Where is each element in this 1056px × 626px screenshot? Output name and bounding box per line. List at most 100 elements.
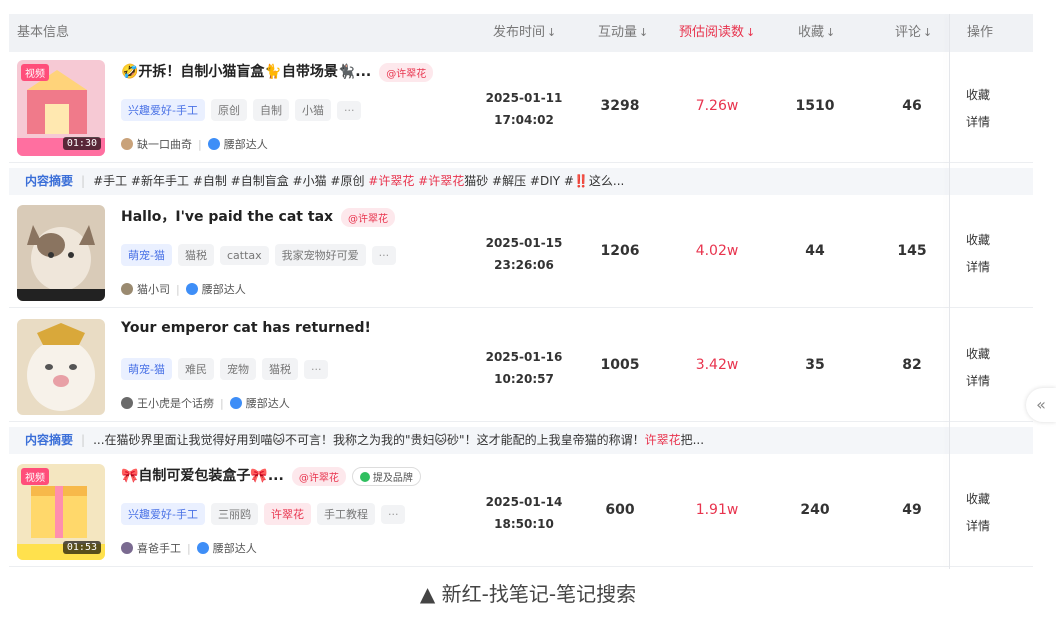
detail-button[interactable]: 详情 [966, 254, 990, 281]
level-icon [196, 542, 209, 554]
comment-count: 49 [902, 502, 922, 518]
favorite-count: 240 [800, 502, 830, 518]
tag[interactable]: 许翠花 [263, 503, 311, 525]
author-line: 喜爸手工 | 腰部达人 [121, 540, 257, 556]
mention-chip[interactable]: @许翠花 [379, 62, 434, 82]
more-tags-button[interactable]: ··· [380, 505, 406, 524]
tag[interactable]: 萌宠-猫 [121, 244, 172, 266]
row-actions: 收藏 详情 [966, 227, 990, 281]
tag[interactable]: 我家宠物好可爱 [274, 244, 366, 266]
divider: | [176, 283, 180, 296]
summary-highlight[interactable]: 许翠花 [645, 433, 681, 447]
favorite-button[interactable]: 收藏 [966, 341, 990, 368]
interaction-count: 600 [605, 502, 635, 518]
summary-text: ...在猫砂界里面让我觉得好用到喵🐱不可言！我称之为我的"贵妇🐱砂"！这才能配的… [93, 433, 645, 447]
more-tags-button[interactable]: ··· [336, 101, 362, 120]
comment-count: 82 [902, 357, 922, 373]
publish-time: 2025-01-15 23:26:06 [479, 232, 569, 276]
table-row: 视频 01:30 🤣开拆！自制小猫盲盒🐈自带场景🐈‍⬛... @许翠花 兴趣爱好-… [9, 52, 1033, 163]
tag[interactable]: 猫税 [261, 358, 298, 380]
note-title[interactable]: Your emperor cat has returned! [121, 320, 371, 336]
tag-list: 兴趣爱好-手工 三丽鸥 许翠花 手工教程 ··· [121, 503, 411, 525]
summary-highlight[interactable]: #许翠花 #许翠花 [368, 174, 464, 188]
note-thumbnail[interactable] [17, 205, 105, 301]
tag[interactable]: 手工教程 [316, 503, 375, 525]
tag[interactable]: 萌宠-猫 [121, 358, 172, 380]
favorite-count: 35 [805, 357, 825, 373]
detail-button[interactable]: 详情 [966, 513, 990, 540]
tag[interactable]: 猫税 [177, 244, 214, 266]
publish-clock: 17:04:02 [494, 113, 554, 127]
more-tags-button[interactable]: ··· [303, 360, 329, 379]
mention-chip[interactable]: @许翠花 [341, 207, 396, 227]
tag[interactable]: 宠物 [219, 358, 256, 380]
note-title-text: 🤣开拆！自制小猫盲盒🐈自带场景🐈‍⬛... [121, 64, 372, 80]
avatar[interactable] [121, 542, 133, 554]
note-thumbnail[interactable]: 视频 01:53 [17, 464, 105, 560]
avatar[interactable] [121, 397, 133, 409]
video-duration: 01:30 [62, 137, 101, 150]
author-level: 腰部达人 [201, 283, 246, 296]
tag-list: 兴趣爱好-手工 原创 自制 小猫 ··· [121, 99, 367, 121]
tag[interactable]: cattax [219, 246, 269, 265]
tag[interactable]: 自制 [252, 99, 289, 121]
divider: | [187, 542, 191, 555]
author-name[interactable]: 王小虎是个话痨 [137, 397, 214, 410]
favorite-button[interactable]: 收藏 [966, 82, 990, 109]
tag[interactable]: 原创 [210, 99, 247, 121]
author-level: 腰部达人 [245, 397, 290, 410]
header-actions: 操作 [967, 25, 994, 40]
author-name[interactable]: 缺一口曲奇 [137, 138, 192, 151]
note-title[interactable]: 🎀自制可爱包装盒子🎀... @许翠花 提及品牌 [121, 465, 421, 486]
header-favorites[interactable]: 收藏 [798, 14, 835, 52]
content-summary: 内容摘要 | ...在猫砂界里面让我觉得好用到喵🐱不可言！我称之为我的"贵妇🐱砂"！… [9, 427, 1033, 454]
table-header: 基本信息 发布时间 互动量 预估阅读数 收藏 评论 操作 [9, 14, 1033, 52]
table-row: Your emperor cat has returned! 萌宠-猫 难民 宠物猫… [9, 311, 1033, 422]
tag-list: 萌宠-猫 猫税 cattax 我家宠物好可爱 ··· [121, 244, 402, 266]
collapse-panel-icon[interactable]: « [1026, 388, 1056, 422]
note-thumbnail[interactable] [17, 319, 105, 415]
header-comments[interactable]: 评论 [895, 14, 932, 52]
header-interactions[interactable]: 互动量 [598, 14, 648, 52]
brand-mention-chip[interactable]: 提及品牌 [351, 466, 421, 486]
publish-date: 2025-01-11 [485, 91, 563, 105]
interaction-count: 3298 [600, 98, 640, 114]
note-title[interactable]: Hallo，I've paid the cat tax @许翠花 [121, 206, 396, 227]
favorite-button[interactable]: 收藏 [966, 227, 990, 254]
note-title-text: Hallo，I've paid the cat tax [121, 209, 334, 225]
tag-list: 萌宠-猫 难民 宠物 猫税 ··· [121, 358, 334, 380]
interaction-count: 1206 [600, 243, 640, 259]
more-tags-button[interactable]: ··· [371, 246, 397, 265]
tag[interactable]: 兴趣爱好-手工 [121, 503, 205, 525]
brand-icon [359, 471, 370, 482]
avatar[interactable] [121, 283, 133, 295]
note-thumbnail[interactable]: 视频 01:30 [17, 60, 105, 156]
detail-button[interactable]: 详情 [966, 368, 990, 395]
note-title[interactable]: 🤣开拆！自制小猫盲盒🐈自带场景🐈‍⬛... @许翠花 [121, 61, 434, 82]
est-reads: 4.02w [695, 243, 739, 259]
tag[interactable]: 三丽鸥 [210, 503, 258, 525]
avatar[interactable] [121, 138, 133, 150]
notes-table: 基本信息 发布时间 互动量 预估阅读数 收藏 评论 操作 视频 01:30 🤣开… [9, 14, 1033, 569]
header-publish-time[interactable]: 发布时间 [493, 14, 556, 52]
row-actions: 收藏 详情 [966, 82, 990, 136]
author-name[interactable]: 喜爸手工 [137, 542, 181, 555]
mention-chip[interactable]: @许翠花 [291, 466, 346, 486]
detail-button[interactable]: 详情 [966, 109, 990, 136]
content-summary: 内容摘要 | #手工 #新年手工 #自制 #自制盲盒 #小猫 #原创 #许翠花 #许… [9, 168, 1033, 195]
video-badge: 视频 [21, 64, 49, 81]
publish-clock: 10:20:57 [494, 372, 554, 386]
row-actions: 收藏 详情 [966, 341, 990, 395]
summary-text: 把... [680, 433, 705, 447]
tag[interactable]: 难民 [177, 358, 214, 380]
tag[interactable]: 兴趣爱好-手工 [121, 99, 205, 121]
summary-label: 内容摘要 [25, 174, 74, 188]
brand-label: 提及品牌 [372, 472, 413, 484]
header-est-reads[interactable]: 预估阅读数 [679, 14, 755, 52]
publish-clock: 23:26:06 [494, 258, 554, 272]
note-title-text: Your emperor cat has returned! [121, 320, 371, 336]
video-badge: 视频 [21, 468, 49, 485]
tag[interactable]: 小猫 [294, 99, 331, 121]
author-name[interactable]: 猫小司 [137, 283, 170, 296]
favorite-button[interactable]: 收藏 [966, 486, 990, 513]
